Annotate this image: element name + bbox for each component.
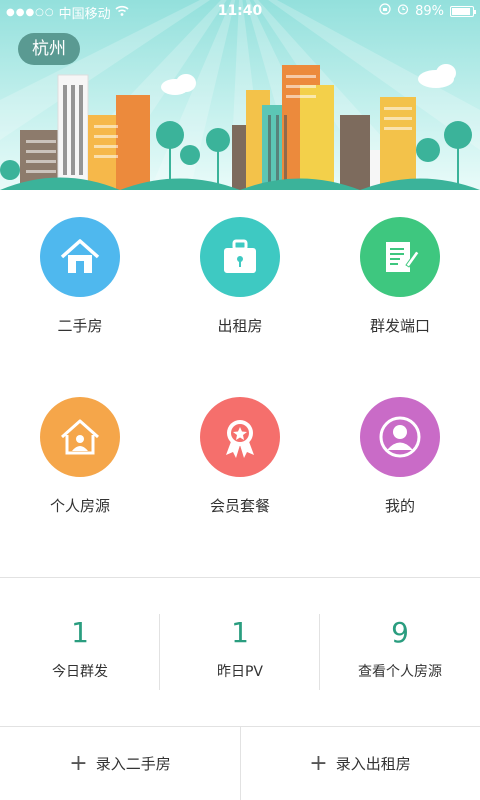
home-screen: ●●●○○ 中国移动 11:40 89% 杭州 二手房 出租房 群发端口 个人房…: [0, 0, 480, 800]
header-banner: ●●●○○ 中国移动 11:40 89% 杭州: [0, 0, 480, 190]
plus-icon: +: [69, 751, 88, 776]
grid-label: 我的: [384, 497, 415, 515]
stat-view-personal-listings[interactable]: 9 查看个人房源: [320, 578, 480, 726]
grid-item-membership[interactable]: 会员套餐: [160, 370, 320, 520]
orientation-lock-icon: [379, 3, 391, 19]
grid-label: 二手房: [57, 317, 103, 335]
battery-percent: 89%: [415, 3, 444, 19]
stat-value: 1: [71, 616, 89, 649]
grid-label: 个人房源: [49, 497, 110, 515]
feature-grid: 二手房 出租房 群发端口 个人房源 会员套餐 我的: [0, 190, 480, 576]
stats-panel: 1 今日群发 1 昨日PV 9 查看个人房源: [0, 578, 480, 726]
user-profile-icon: [360, 397, 440, 477]
alarm-icon: [397, 3, 409, 19]
stat-label: 今日群发: [52, 664, 108, 680]
house-person-icon: [40, 397, 120, 477]
grid-item-mine[interactable]: 我的: [320, 370, 480, 520]
grid-label: 会员套餐: [209, 497, 270, 515]
city-skyline-illustration: [0, 64, 480, 190]
battery-icon: [450, 5, 476, 17]
add-secondhand-label: 录入二手房: [95, 755, 171, 773]
grid-label: 群发端口: [369, 317, 430, 335]
add-rental-button[interactable]: + 录入出租房: [240, 727, 480, 800]
house-icon: [40, 217, 120, 297]
stat-label: 查看个人房源: [358, 664, 442, 680]
stat-value: 1: [231, 616, 249, 649]
grid-item-rental[interactable]: 出租房: [160, 190, 320, 340]
bottom-actions: + 录入二手房 + 录入出租房: [0, 727, 480, 800]
grid-item-personal-listings[interactable]: 个人房源: [0, 370, 160, 520]
suitcase-lock-icon: [200, 217, 280, 297]
grid-label: 出租房: [217, 317, 263, 335]
add-rental-label: 录入出租房: [335, 755, 411, 773]
status-bar: ●●●○○ 中国移动 11:40 89%: [0, 0, 480, 22]
stat-yesterday-pv[interactable]: 1 昨日PV: [160, 578, 320, 726]
stat-label: 昨日PV: [216, 664, 264, 680]
grid-item-mass-post[interactable]: 群发端口: [320, 190, 480, 340]
plus-icon: +: [309, 751, 328, 776]
document-edit-icon: [360, 217, 440, 297]
stat-today-posts[interactable]: 1 今日群发: [0, 578, 160, 726]
ribbon-badge-icon: [200, 397, 280, 477]
stat-value: 9: [391, 616, 409, 649]
grid-item-secondhand[interactable]: 二手房: [0, 190, 160, 340]
add-secondhand-button[interactable]: + 录入二手房: [0, 727, 240, 800]
